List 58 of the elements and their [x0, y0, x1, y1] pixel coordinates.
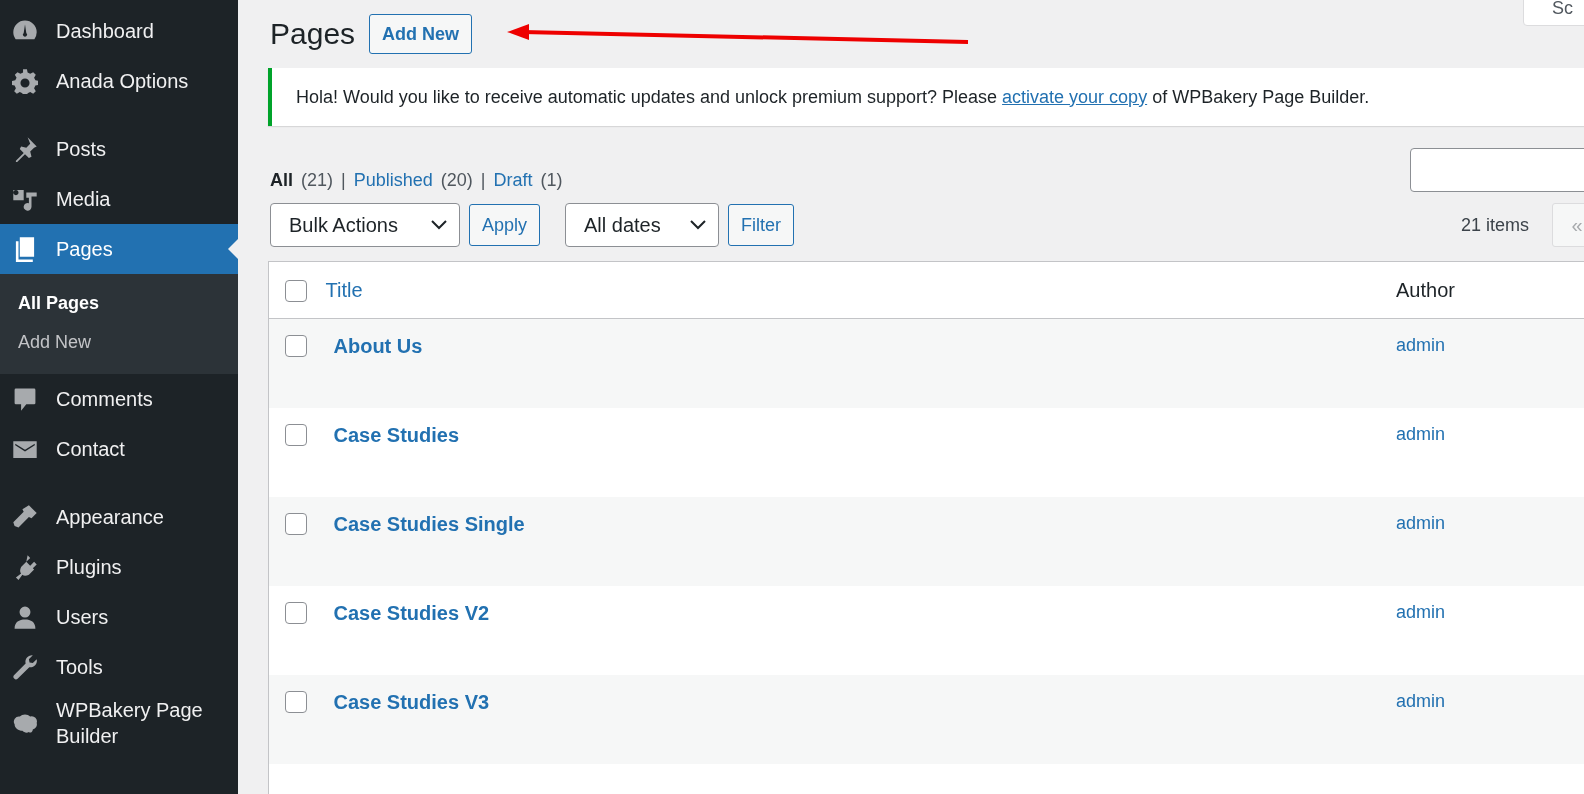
author-link[interactable]: admin	[1396, 512, 1446, 533]
date-filter-dropdown[interactable]: All dates	[565, 203, 720, 247]
screen-options-button[interactable]: Sc	[1523, 0, 1584, 26]
page-title-link[interactable]: Case Studies Single	[333, 512, 525, 535]
row-checkbox[interactable]	[285, 601, 307, 624]
apply-button[interactable]: Apply	[469, 204, 541, 246]
sidebar-item[interactable]: Tools	[0, 642, 238, 692]
page-title-link[interactable]: About Us	[333, 335, 423, 357]
sidebar-item[interactable]: Dashboard	[0, 6, 238, 56]
brush-icon	[12, 504, 38, 530]
add-new-button[interactable]: Add New	[369, 14, 473, 54]
row-checkbox[interactable]	[285, 690, 307, 713]
separator: |	[480, 170, 486, 191]
notice-text: Hola! Would you like to receive automatic updates and unlock premium support? Please activate your copy of WPBakery Page Builder.	[296, 86, 1370, 108]
search-field[interactable]	[1410, 148, 1584, 192]
status-filter-link[interactable]: All	[270, 170, 293, 191]
separator: |	[341, 170, 346, 191]
row-checkbox[interactable]	[285, 512, 307, 535]
row-checkbox[interactable]	[285, 335, 307, 357]
sidebar-item[interactable]: Media	[0, 174, 238, 224]
settings-icon	[12, 68, 38, 94]
sidebar-item[interactable]: Posts	[0, 124, 238, 174]
submenu-item[interactable]: All Pages	[0, 284, 238, 323]
row-checkbox[interactable]	[285, 423, 307, 446]
status-filter-link[interactable]: Draft	[493, 170, 533, 191]
author-link[interactable]: admin	[1396, 423, 1446, 444]
sidebar-item[interactable]: Anada Options	[0, 56, 238, 106]
sidebar-item[interactable]: Contact	[0, 424, 238, 474]
sidebar-item[interactable]: WPBakery Page Builder	[0, 692, 238, 754]
page-title-link[interactable]: Case Studies	[333, 423, 460, 446]
wrench-icon	[12, 654, 38, 680]
activate-link[interactable]: activate your copy	[1002, 86, 1148, 107]
author-link[interactable]: admin	[1396, 690, 1446, 711]
filter-button[interactable]: Filter	[728, 204, 795, 246]
sidebar-item[interactable]: Comments	[0, 374, 238, 424]
sidebar-item[interactable]: Users	[0, 592, 238, 642]
author-column-header: Author	[1396, 278, 1455, 301]
title-column-header[interactable]: Title	[325, 278, 363, 301]
status-filter-link[interactable]: Published	[353, 170, 433, 191]
item-count: 21 items	[1460, 214, 1529, 236]
caret-icon	[431, 220, 447, 230]
author-link[interactable]: admin	[1396, 335, 1446, 355]
caret-icon	[690, 220, 707, 230]
bulk-actions-dropdown[interactable]: Bulk Actions	[270, 203, 460, 247]
page-title-link[interactable]: Case Studies V2	[333, 601, 490, 624]
user-icon	[12, 604, 38, 630]
submenu-item[interactable]: Add New	[0, 323, 238, 362]
status-count: (20)	[440, 170, 473, 191]
sidebar-item[interactable]: Pages	[0, 224, 238, 274]
sidebar-item[interactable]: Plugins	[0, 542, 238, 592]
page-title: Pages	[270, 17, 356, 51]
sidebar-item[interactable]: Appearance	[0, 492, 238, 542]
author-link[interactable]: admin	[1396, 601, 1446, 622]
speech-bubble-icon	[12, 386, 38, 412]
select-all-checkbox[interactable]	[285, 280, 307, 302]
status-count: (21)	[301, 170, 334, 191]
page-title-link[interactable]: Case Studies V3	[333, 690, 490, 713]
status-count: (1)	[540, 170, 563, 191]
